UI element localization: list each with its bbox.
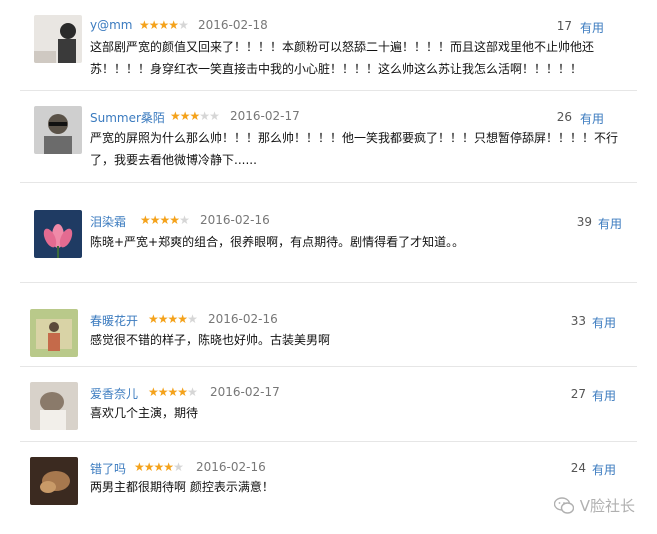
useful-button[interactable]: 有用: [592, 314, 616, 331]
review-line: 严宽的屏照为什么那么帅！！！那么帅！！！！他一笑我都要疯了！！！只想暂停舔屏！！…: [90, 131, 619, 145]
user-avatar[interactable]: [30, 457, 78, 505]
star-icon: ★: [134, 460, 145, 474]
avatar-lotus-icon: [34, 210, 82, 258]
star-icon: ★: [167, 385, 179, 399]
star-rating: ★★★★★: [140, 213, 190, 227]
star-rating: ★★★★★: [148, 385, 198, 399]
review-date: 2016-02-16: [208, 312, 278, 326]
review-content: 这部剧严宽的颜值又回来了！！！！本颜粉可以怒舔二十遍！！！！而且这部戏里他不止帅…: [90, 36, 594, 80]
avatar-photo-icon: [34, 106, 82, 154]
useful-button[interactable]: 有用: [580, 19, 604, 36]
divider: [20, 282, 637, 283]
avatar-photo-icon: [34, 15, 82, 63]
review-date: 2016-02-16: [200, 213, 270, 227]
star-icon: ★: [157, 312, 169, 326]
star-icon: ★: [178, 18, 189, 32]
review-line: 了，我要去看他微博冷静下......: [90, 153, 257, 167]
username[interactable]: 春暖花开: [90, 312, 138, 329]
star-icon: ★: [153, 460, 165, 474]
star-icon: ★: [140, 213, 151, 227]
username[interactable]: 爱香奈儿: [90, 385, 138, 402]
vote-count: 26: [556, 110, 572, 124]
watermark-text: V脸社长: [579, 497, 635, 515]
avatar-photo-icon: [30, 457, 78, 505]
star-icon: ★: [157, 385, 169, 399]
review-date: 2016-02-17: [230, 109, 300, 123]
user-avatar[interactable]: [34, 106, 82, 154]
star-icon: ★: [177, 312, 188, 326]
vote-count: 27: [570, 387, 586, 401]
useful-button[interactable]: 有用: [592, 387, 616, 404]
review-date: 2016-02-16: [196, 460, 266, 474]
review-content: 两男主都很期待啊 颜控表示满意！: [90, 476, 274, 498]
star-icon: ★: [189, 109, 201, 123]
review-line: 感觉很不错的样子，陈晓也好帅。古装美男啊: [90, 333, 331, 347]
review-date: 2016-02-18: [198, 18, 268, 32]
star-icon: ★: [159, 213, 171, 227]
divider: [20, 182, 637, 183]
star-icon: ★: [148, 18, 160, 32]
star-icon: ★: [179, 213, 190, 227]
watermark: V脸社长: [553, 495, 635, 516]
vote-count: 17: [556, 19, 572, 33]
star-icon: ★: [177, 385, 188, 399]
divider: [20, 441, 637, 442]
review-content: 陈晓+严宽+郑爽的组合，很养眼啊，有点期待。剧情得看了才知道。。: [90, 231, 464, 253]
username[interactable]: 泪染霜: [90, 213, 126, 230]
star-icon: ★: [187, 385, 198, 399]
review-line: 喜欢几个主演，期待: [90, 406, 199, 420]
star-icon: ★: [209, 109, 220, 123]
divider: [20, 90, 637, 91]
star-icon: ★: [148, 312, 159, 326]
user-avatar[interactable]: [30, 382, 78, 430]
star-rating: ★★★★★: [148, 312, 198, 326]
star-rating: ★★★★★: [170, 109, 220, 123]
useful-button[interactable]: 有用: [580, 110, 604, 127]
vote-count: 33: [570, 314, 586, 328]
review-content: 喜欢几个主演，期待: [90, 402, 198, 424]
vote-count: 24: [570, 461, 586, 475]
avatar-photo-icon: [30, 382, 78, 430]
star-icon: ★: [187, 312, 198, 326]
star-rating: ★★★★★: [139, 18, 189, 32]
user-avatar[interactable]: [30, 309, 78, 357]
review-line: 陈晓+严宽+郑爽的组合，很养眼啊，有点期待。剧情得看了才知道。。: [90, 235, 465, 249]
username[interactable]: 错了吗: [90, 460, 126, 477]
review-line: 这部剧严宽的颜值又回来了！！！！本颜粉可以怒舔二十遍！！！！而且这部戏里他不止帅…: [90, 40, 595, 54]
star-icon: ★: [173, 460, 184, 474]
star-icon: ★: [148, 385, 159, 399]
vote-count: 39: [576, 215, 592, 229]
review-date: 2016-02-17: [210, 385, 280, 399]
star-icon: ★: [199, 109, 210, 123]
star-icon: ★: [179, 109, 191, 123]
username[interactable]: Summer桑陌: [90, 109, 165, 126]
star-icon: ★: [169, 213, 180, 227]
username[interactable]: y@mm: [90, 18, 132, 32]
divider: [20, 366, 637, 367]
review-line: 两男主都很期待啊 颜控表示满意！: [90, 480, 274, 494]
useful-button[interactable]: 有用: [598, 215, 622, 232]
user-avatar[interactable]: [34, 210, 82, 258]
star-icon: ★: [170, 109, 181, 123]
star-icon: ★: [163, 460, 174, 474]
star-rating: ★★★★★: [134, 460, 184, 474]
avatar-photo-icon: [30, 309, 78, 357]
user-avatar[interactable]: [34, 15, 82, 63]
star-icon: ★: [143, 460, 155, 474]
star-icon: ★: [168, 18, 179, 32]
star-icon: ★: [149, 213, 161, 227]
review-line: 苏！！！！身穿红衣一笑直接击中我的小心脏！！！！这么帅这么苏让我怎么活啊！！！！…: [90, 62, 583, 76]
review-content: 感觉很不错的样子，陈晓也好帅。古装美男啊: [90, 329, 330, 351]
star-icon: ★: [139, 18, 150, 32]
star-icon: ★: [167, 312, 179, 326]
useful-button[interactable]: 有用: [592, 461, 616, 478]
review-content: 严宽的屏照为什么那么帅！！！那么帅！！！！他一笑我都要疯了！！！只想暂停舔屏！！…: [90, 127, 618, 171]
wechat-icon: [553, 497, 574, 514]
star-icon: ★: [158, 18, 170, 32]
